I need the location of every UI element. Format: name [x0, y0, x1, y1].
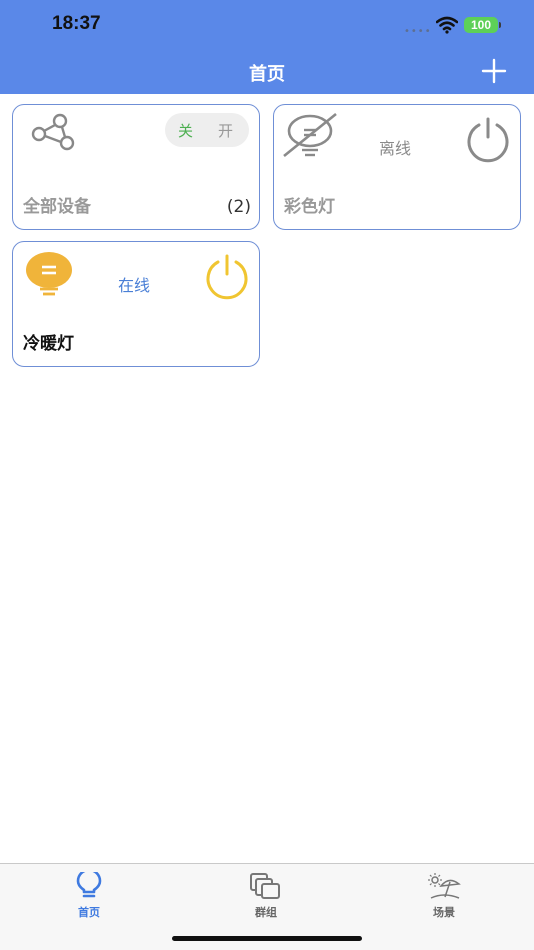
share-network-icon [31, 113, 75, 151]
lamp-offline-icon [283, 112, 337, 158]
tab-groups-label: 群组 [255, 906, 277, 919]
all-devices-toggle[interactable]: 关 开 [165, 113, 249, 147]
battery-tip [499, 22, 501, 28]
toggle-off-label[interactable]: 关 [178, 120, 193, 141]
wifi-icon [436, 16, 458, 34]
status-bar: 18:37 •••• 100 [0, 0, 534, 50]
warm-light-card[interactable]: 在线 冷暖灯 [12, 241, 260, 367]
toggle-on-label[interactable]: 开 [218, 120, 233, 141]
power-button-on[interactable] [203, 253, 251, 301]
tab-scenes[interactable]: 场景 [404, 872, 484, 920]
copy-stack-icon [250, 873, 280, 899]
beach-umbrella-icon [428, 873, 461, 899]
tab-home-label: 首页 [78, 906, 100, 919]
page-title: 首页 [249, 64, 285, 85]
home-indicator [172, 936, 362, 941]
cellular-signal-icon: •••• [404, 26, 432, 37]
all-devices-count: (2) [226, 197, 251, 217]
color-light-status: 离线 [379, 139, 412, 158]
lamp-on-icon [26, 252, 72, 296]
all-devices-card[interactable]: 关 开 全部设备 (2) [12, 104, 260, 230]
tab-groups[interactable]: 群组 [226, 872, 306, 920]
header: 18:37 •••• 100 首页 [0, 0, 534, 94]
color-light-card[interactable]: 离线 彩色灯 [273, 104, 521, 230]
lightbulb-icon [76, 872, 102, 898]
tab-scenes-label: 场景 [433, 906, 455, 919]
all-devices-title: 全部设备 [23, 197, 91, 217]
warm-light-title: 冷暖灯 [23, 334, 74, 354]
tab-home[interactable]: 首页 [49, 872, 129, 920]
color-light-title: 彩色灯 [284, 197, 335, 217]
warm-light-status: 在线 [118, 276, 151, 295]
power-button-offline[interactable] [464, 116, 512, 164]
status-time: 18:37 [52, 13, 101, 34]
battery-indicator: 100 [464, 17, 498, 33]
add-button[interactable] [479, 56, 509, 86]
